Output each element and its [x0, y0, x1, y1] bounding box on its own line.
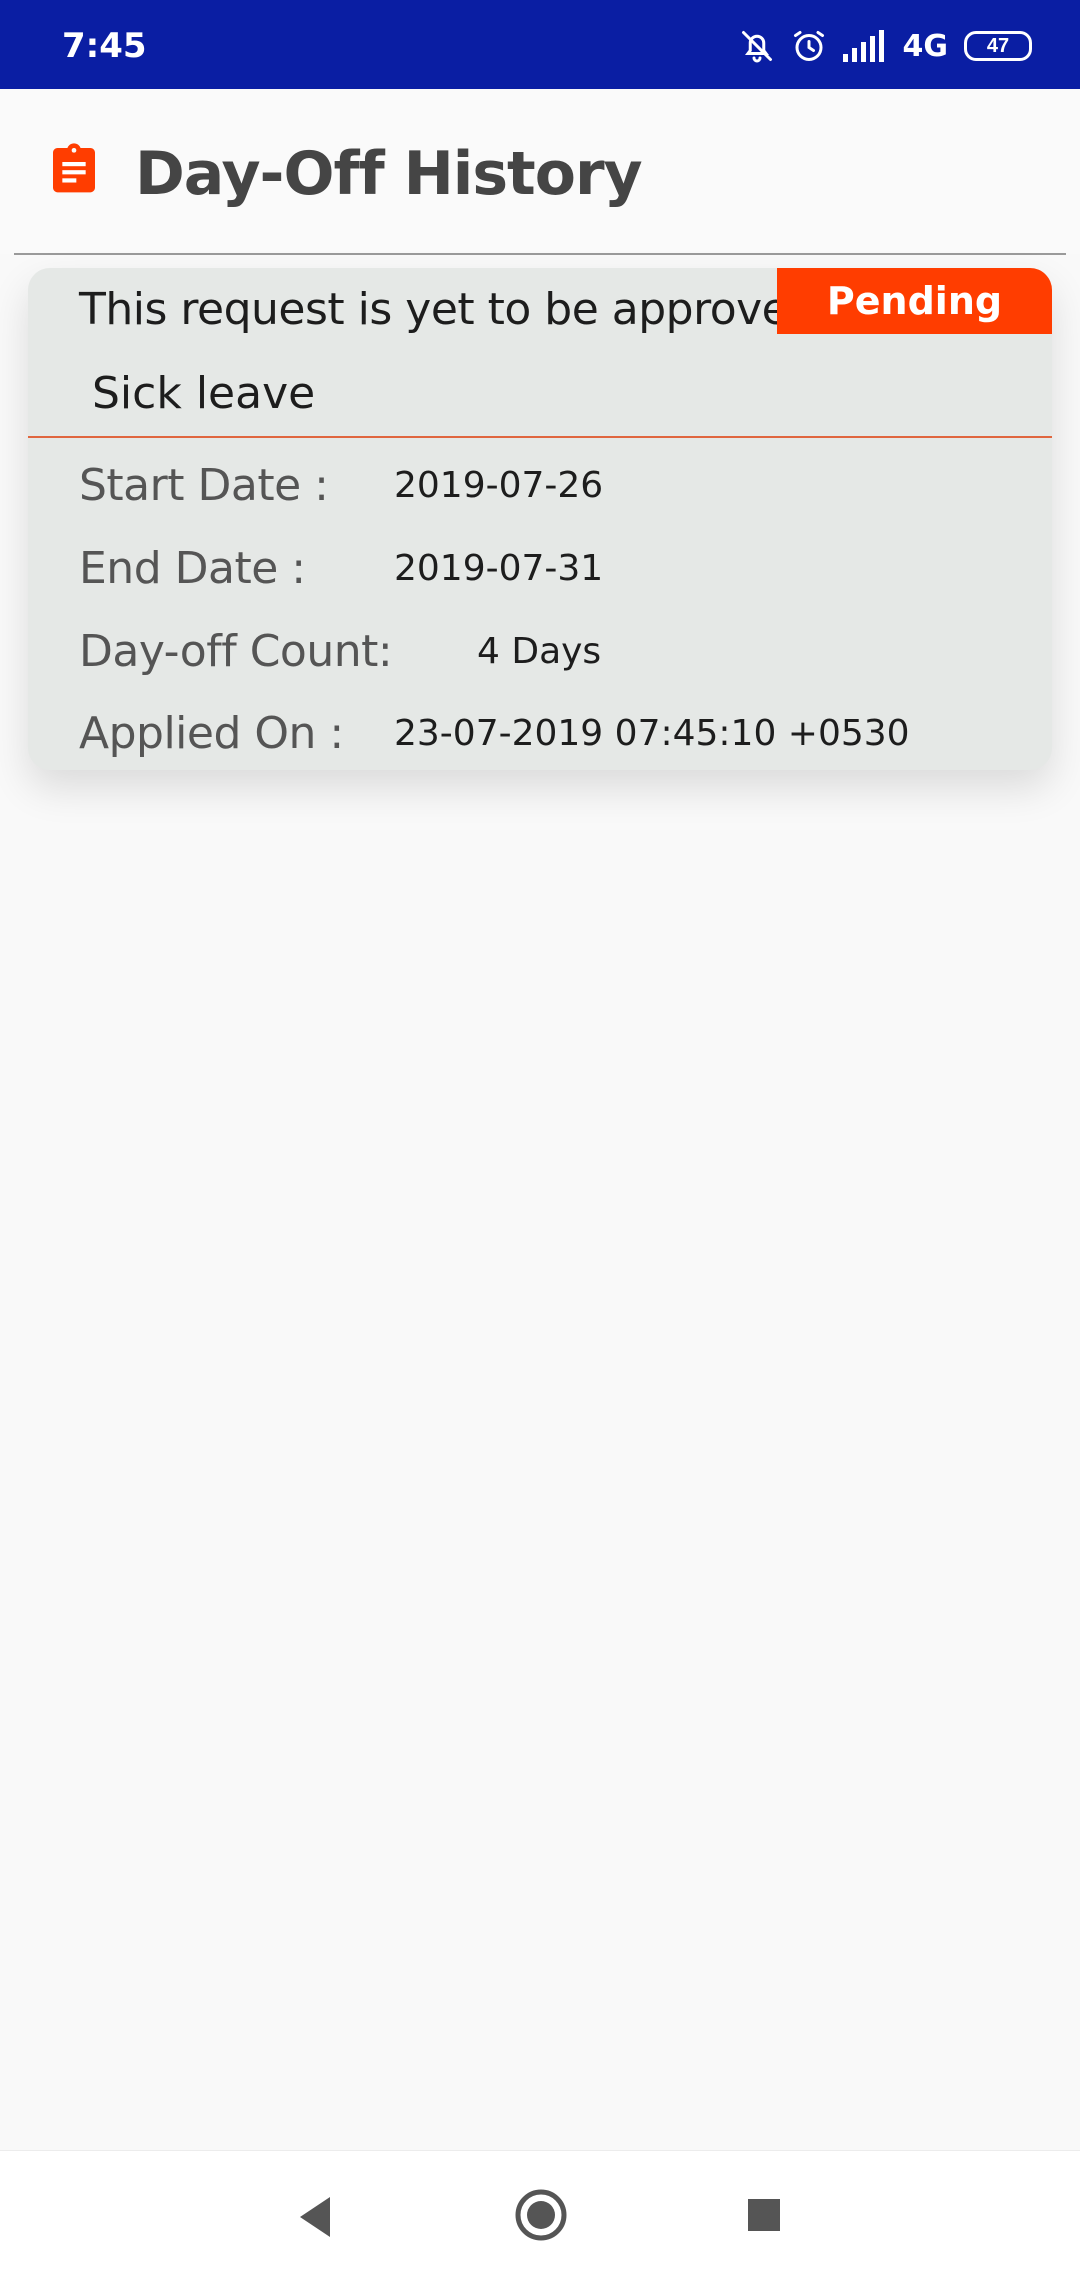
request-message: This request is yet to be approved: [79, 284, 816, 335]
header-divider: [14, 253, 1066, 255]
status-icons: 4G 47: [739, 24, 1032, 68]
card-divider: [28, 436, 1052, 438]
navigation-bar: [0, 2150, 1080, 2281]
network-label: 4G: [902, 28, 949, 64]
day-off-count-value: 4 Days: [477, 631, 602, 672]
applied-on-value: 23-07-2019 07:45:10 +0530: [394, 713, 910, 754]
clipboard-icon: [46, 141, 102, 202]
mute-bell-icon: [739, 28, 775, 64]
status-badge: Pending: [777, 268, 1052, 334]
app-header: Day-Off History: [0, 89, 1080, 254]
status-time: 7:45: [62, 26, 147, 66]
status-bar: 7:45 4G 47: [0, 0, 1080, 89]
end-date-label: End Date :: [79, 543, 306, 594]
home-icon[interactable]: [513, 2187, 569, 2248]
back-icon[interactable]: [290, 2189, 340, 2250]
start-date-value: 2019-07-26: [394, 465, 604, 506]
applied-on-label: Applied On :: [79, 708, 344, 759]
recents-icon[interactable]: [744, 2195, 784, 2240]
battery-level: 47: [986, 34, 1010, 57]
page-title: Day-Off History: [135, 139, 643, 209]
leave-type: Sick leave: [92, 368, 316, 419]
leave-request-card[interactable]: This request is yet to be approved Pendi…: [28, 268, 1052, 770]
end-date-value: 2019-07-31: [394, 548, 604, 589]
start-date-label: Start Date :: [79, 460, 329, 511]
day-off-count-label: Day-off Count:: [79, 626, 393, 677]
signal-icon: [842, 30, 887, 62]
battery-icon: 47: [964, 31, 1032, 61]
alarm-icon: [791, 28, 827, 64]
